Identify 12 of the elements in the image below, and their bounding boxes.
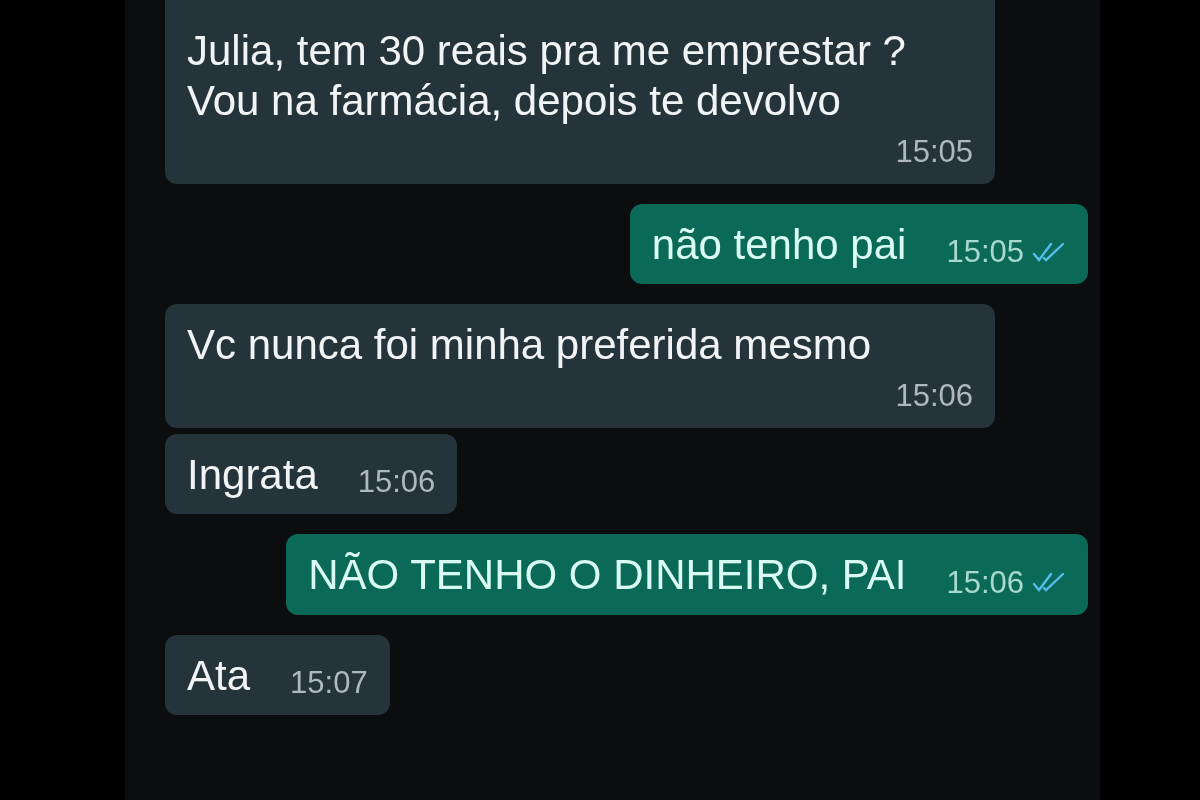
message-time: 15:05 [946, 233, 1024, 271]
message-text: Vc nunca foi minha preferida mesmo [187, 320, 871, 371]
message-time: 15:07 [290, 663, 368, 702]
message-text: Julia, tem 30 reais pra me emprestar ? Vou na farmácia, depois te devolvo [187, 26, 906, 127]
message-time: 15:06 [895, 376, 973, 414]
message-text: Ingrata [187, 449, 318, 500]
message-time: 15:06 [357, 463, 436, 501]
message-text: NÃO TENHO O DINHEIRO, PAI [308, 550, 907, 601]
message-time: 15:05 [895, 132, 973, 170]
message-time: 15:06 [946, 563, 1024, 601]
message-text: não tenho pai [651, 219, 907, 270]
message-text: Ata [187, 650, 251, 701]
